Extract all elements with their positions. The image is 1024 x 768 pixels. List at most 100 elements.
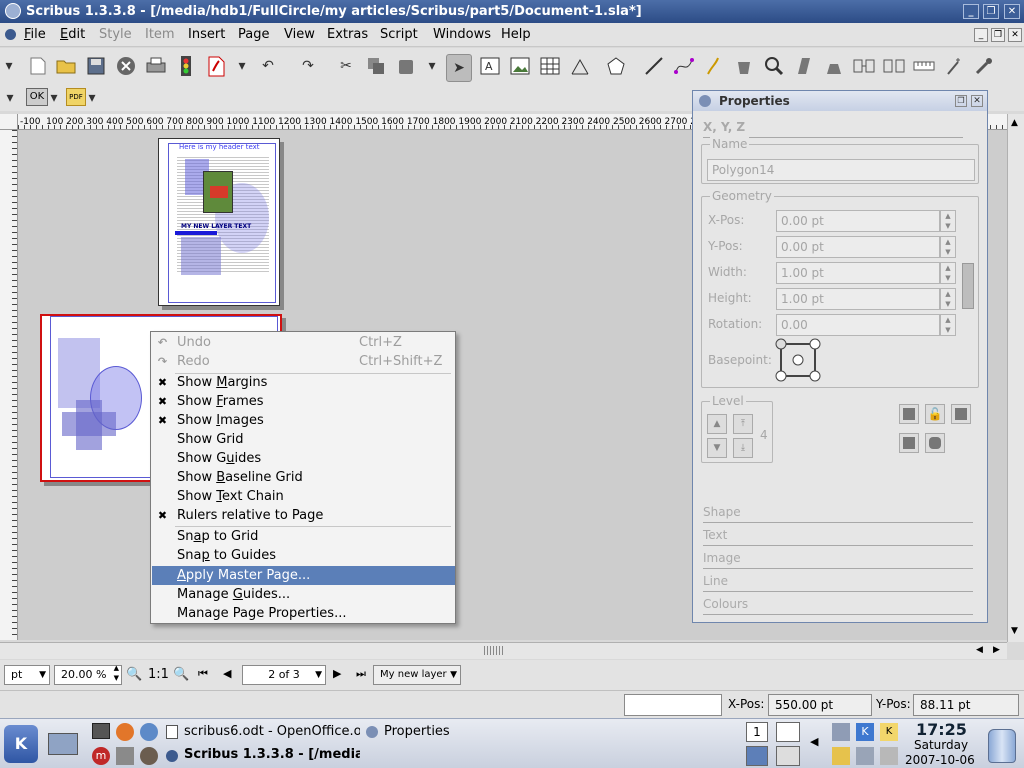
pdf-dropdown-icon[interactable]: ▾: [86, 86, 98, 110]
menu-page[interactable]: Page: [238, 27, 269, 42]
scroll-grip[interactable]: [484, 646, 504, 655]
maximize-icon[interactable]: ❐: [983, 4, 999, 19]
menu-show-grid[interactable]: Show Grid: [152, 430, 455, 449]
ok-dropdown-icon[interactable]: ▾: [48, 86, 60, 110]
preflight-verifier-icon[interactable]: [174, 54, 198, 78]
zoom-out-icon[interactable]: 🔍: [126, 667, 142, 682]
menu-style[interactable]: Style: [99, 27, 132, 42]
window-titlebar[interactable]: Scribus 1.3.3.8 - [/media/hdb1/FullCircl…: [0, 0, 1024, 23]
zoom-input[interactable]: 20.00 % ▲ ▼: [54, 664, 122, 685]
rotation-spinner[interactable]: ▲ ▼: [940, 314, 956, 336]
task-scribus[interactable]: Scribus 1.3.3.8 - [/media: [184, 747, 360, 762]
tray-icon-3[interactable]: [776, 746, 800, 766]
toolbar-handle-icon[interactable]: ▾: [4, 86, 16, 110]
save-icon[interactable]: [84, 54, 108, 78]
minimize-icon[interactable]: _: [963, 4, 979, 19]
klipper-icon[interactable]: K: [856, 723, 874, 741]
height-field[interactable]: 1.00 pt: [776, 288, 940, 310]
clock-time[interactable]: 17:25: [916, 720, 967, 739]
tray-icon-5[interactable]: [856, 747, 874, 765]
mdi-restore-icon[interactable]: ❐: [991, 28, 1005, 42]
rotate-item-icon[interactable]: [732, 54, 756, 78]
palette-close-icon[interactable]: ✕: [971, 95, 983, 107]
level-down-icon[interactable]: ▼: [707, 438, 727, 458]
page-header-text[interactable]: Here is my header text: [179, 143, 260, 151]
image-frame[interactable]: [203, 171, 233, 213]
level-top-icon[interactable]: ⤒: [733, 414, 753, 434]
menu-snap-guides[interactable]: Snap to Guides: [152, 546, 455, 565]
menu-show-frames[interactable]: ✖ Show Frames: [152, 392, 455, 411]
scroll-down-icon[interactable]: ▼: [1011, 626, 1018, 636]
text-frame-icon[interactable]: A: [478, 54, 502, 78]
paste-icon[interactable]: [394, 54, 418, 78]
tray-icon-4[interactable]: [832, 747, 850, 765]
unit-select[interactable]: pt ▼: [4, 665, 50, 685]
mdi-close-icon[interactable]: ✕: [1008, 28, 1022, 42]
menu-rulers-relative[interactable]: ✖ Rulers relative to Page: [152, 506, 455, 525]
menu-file[interactable]: File: [24, 27, 46, 42]
menu-show-margins[interactable]: ✖ Show Margins: [152, 373, 455, 392]
level-bottom-icon[interactable]: ⤓: [733, 438, 753, 458]
rotation-field[interactable]: 0.00: [776, 314, 940, 336]
cross-shape[interactable]: [181, 237, 221, 275]
tab-xyz[interactable]: X, Y, Z: [703, 116, 963, 138]
properties-titlebar[interactable]: Properties ❐ ✕: [693, 91, 987, 111]
new-document-icon[interactable]: [26, 54, 50, 78]
section-line[interactable]: Line: [703, 570, 973, 592]
gimp-icon[interactable]: [140, 747, 158, 765]
app-icon[interactable]: [5, 3, 21, 19]
print-icon[interactable]: [144, 54, 168, 78]
scroll-up-icon[interactable]: ▲: [1011, 118, 1018, 128]
document-icon[interactable]: [5, 29, 16, 40]
copy-icon[interactable]: [364, 54, 388, 78]
mail-icon[interactable]: m: [92, 747, 110, 765]
toolbar-handle-icon[interactable]: ▾: [4, 54, 14, 78]
xpos-field[interactable]: 0.00 pt: [776, 210, 940, 232]
menu-show-baseline-grid[interactable]: Show Baseline Grid: [152, 468, 455, 487]
zoom-in-icon[interactable]: 🔍: [173, 667, 189, 682]
page-select[interactable]: 2 of 3 ▼: [242, 665, 326, 685]
freehand-line-icon[interactable]: [702, 54, 726, 78]
konsole-icon[interactable]: [92, 723, 110, 739]
menu-insert[interactable]: Insert: [188, 27, 225, 42]
flip-vertical-icon[interactable]: [899, 433, 919, 453]
first-page-icon[interactable]: ⏮: [198, 667, 208, 681]
edit-text-icon[interactable]: [822, 54, 846, 78]
print-enabled-icon[interactable]: [925, 433, 945, 453]
section-colours[interactable]: Colours: [703, 593, 973, 615]
xpos-spinner[interactable]: ▲ ▼: [940, 210, 956, 232]
basepoint-selector[interactable]: [772, 337, 828, 383]
width-field[interactable]: 1.00 pt: [776, 262, 940, 284]
desktop-icon[interactable]: [48, 733, 78, 755]
menu-redo[interactable]: ↷ Redo Ctrl+Shift+Z: [152, 352, 455, 371]
measurements-icon[interactable]: [912, 54, 936, 78]
tray-arrow-icon[interactable]: ◀: [810, 735, 818, 748]
menu-windows[interactable]: Windows: [433, 27, 491, 42]
lock-icon[interactable]: 🔓: [925, 404, 945, 424]
mdi-minimize-icon[interactable]: _: [974, 28, 988, 42]
desktop-pager[interactable]: 1: [746, 722, 768, 742]
vertical-scrollbar[interactable]: ▲ ▼: [1007, 114, 1024, 642]
toolbar-handle-icon[interactable]: ▾: [236, 54, 248, 78]
properties-palette[interactable]: Properties ❐ ✕ X, Y, Z Name Polygon14 Ge…: [692, 90, 988, 623]
kde-menu-icon[interactable]: K: [4, 725, 38, 763]
keep-ratio-toggle[interactable]: [962, 263, 974, 309]
level-up-icon[interactable]: ▲: [707, 414, 727, 434]
menu-extras[interactable]: Extras: [327, 27, 368, 42]
horizontal-scrollbar[interactable]: ◀ ▶: [0, 642, 1007, 659]
browser-icon[interactable]: [140, 723, 158, 741]
menu-apply-master-page[interactable]: Apply Master Page...: [152, 566, 455, 585]
menu-manage-page-properties[interactable]: Manage Page Properties...: [152, 604, 455, 623]
export-pdf-icon[interactable]: [204, 54, 228, 78]
firefox-icon[interactable]: [116, 723, 134, 741]
blue-bar[interactable]: [175, 231, 217, 235]
redo-icon[interactable]: ↷: [296, 54, 320, 78]
scroll-left-icon[interactable]: ◀: [976, 645, 983, 655]
trash-icon[interactable]: [988, 729, 1016, 763]
vertical-ruler[interactable]: [0, 130, 18, 640]
page-1[interactable]: Here is my header text MY NEW LAYER TEXT: [158, 138, 280, 306]
select-item-icon[interactable]: ➤: [446, 54, 472, 82]
link-frames-icon[interactable]: [852, 54, 876, 78]
unlink-frames-icon[interactable]: [882, 54, 906, 78]
next-page-icon[interactable]: ▶: [333, 667, 341, 680]
